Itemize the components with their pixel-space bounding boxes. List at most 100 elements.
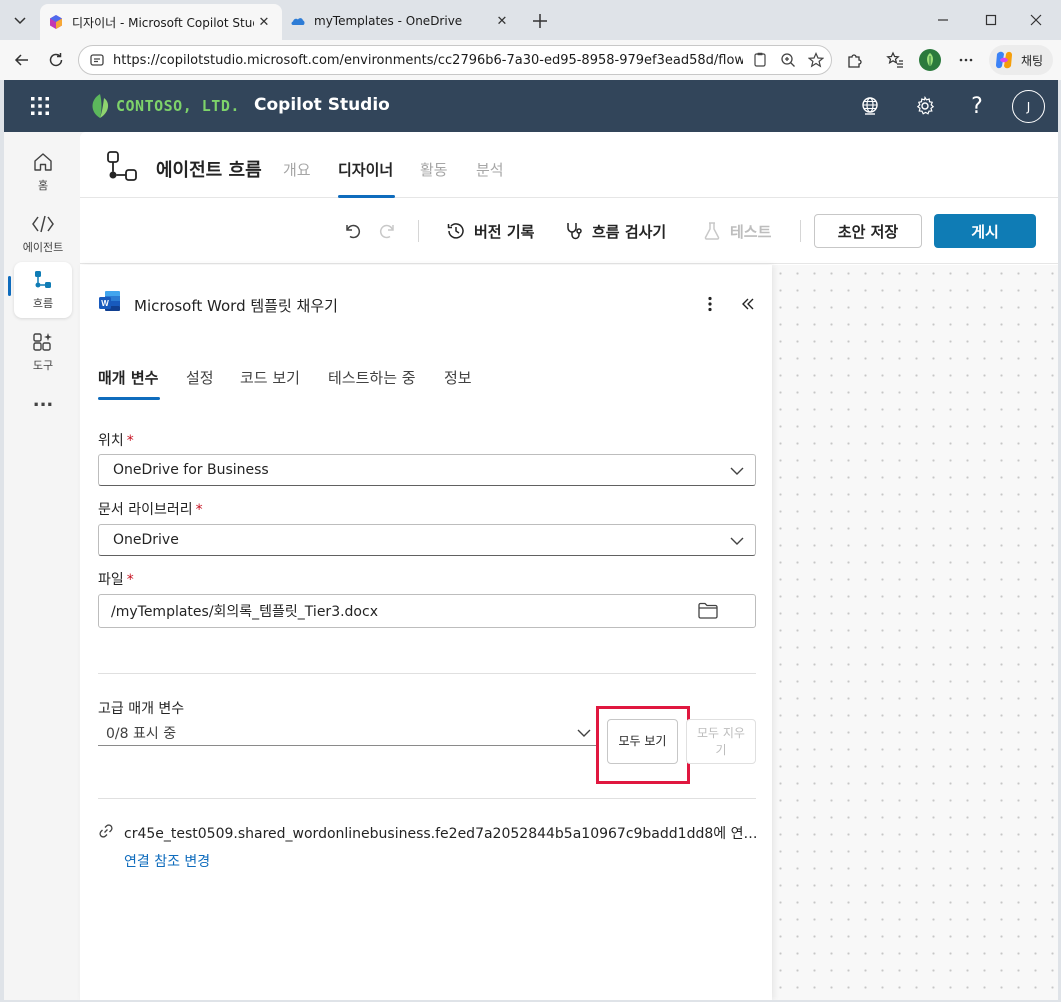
plus-icon — [533, 14, 547, 28]
redo-button[interactable] — [377, 218, 397, 244]
library-label-text: 문서 라이브러리 — [98, 502, 193, 518]
file-input[interactable]: /myTemplates/회의록_템플릿_Tier3.docx — [98, 594, 756, 628]
command-separator — [418, 220, 419, 242]
main-content: 에이전트 흐름 개요 디자이너 활동 분석 버전 기록 흐름 검사기 테스트 초… — [80, 132, 1058, 1000]
undo-icon — [346, 224, 361, 239]
library-value: OneDrive — [113, 532, 179, 548]
file-value: /myTemplates/회의록_템플릿_Tier3.docx — [111, 604, 378, 620]
save-draft-button[interactable]: 초안 저장 — [814, 214, 922, 248]
new-tab-button[interactable] — [527, 8, 553, 34]
address-bar[interactable]: https://copilotstudio.microsoft.com/envi… — [78, 45, 832, 75]
show-all-button[interactable]: 모두 보기 — [607, 719, 678, 764]
url-text[interactable]: https://copilotstudio.microsoft.com/envi… — [113, 53, 743, 68]
browser-tab-onedrive[interactable]: myTemplates - OneDrive ✕ — [282, 6, 520, 36]
favorites-list-icon — [886, 51, 903, 68]
tab-about[interactable]: 정보 — [444, 367, 472, 388]
collapse-panel-button[interactable] — [738, 293, 758, 315]
chevron-down-icon — [14, 17, 26, 25]
agent-flow-icon — [107, 151, 137, 181]
copilot-chat-button[interactable]: 채팅 — [989, 45, 1053, 75]
nav-label: 에이전트 — [22, 241, 64, 254]
tab-parameters[interactable]: 매개 변수 — [98, 367, 158, 388]
test-button[interactable]: 테스트 — [702, 218, 771, 244]
page-title: 에이전트 흐름 — [156, 160, 262, 181]
connection-status-text: cr45e_test0509.shared_wordonlinebusiness… — [124, 826, 760, 842]
refresh-button[interactable] — [42, 46, 70, 74]
more-browser-options-button[interactable] — [952, 46, 980, 74]
location-value: OneDrive for Business — [113, 462, 269, 478]
change-connection-reference-link[interactable]: 연결 참조 변경 — [124, 851, 210, 871]
tab-settings[interactable]: 설정 — [186, 367, 214, 388]
nav-item-tools[interactable]: 도구 — [14, 324, 72, 380]
favorite-star-icon[interactable] — [805, 48, 827, 72]
tab-overview[interactable]: 개요 — [283, 159, 311, 180]
nav-label: 흐름 — [32, 297, 54, 310]
test-label: 테스트 — [730, 222, 772, 241]
flow-checker-button[interactable]: 흐름 검사기 — [564, 218, 666, 244]
zoom-icon[interactable] — [777, 48, 799, 72]
settings-gear-icon[interactable] — [913, 94, 937, 118]
arrow-left-icon — [14, 54, 28, 66]
browser-tab-designer[interactable]: 디자이너 - Microsoft Copilot Studio ✕ — [40, 4, 282, 40]
publish-button[interactable]: 게시 — [934, 214, 1036, 248]
browser-tab-title: 디자이너 - Microsoft Copilot Studio — [72, 15, 254, 30]
copilot-studio-favicon-icon — [50, 15, 62, 29]
user-avatar[interactable]: J — [1012, 90, 1045, 123]
more-options-button[interactable] — [700, 293, 720, 315]
document-library-dropdown[interactable]: OneDrive — [98, 524, 756, 556]
chevron-double-left-icon — [742, 298, 754, 310]
profile-extension-button[interactable] — [916, 46, 944, 74]
more-horizontal-icon: ... — [32, 389, 54, 411]
stethoscope-icon — [567, 223, 582, 240]
minimize-button[interactable] — [923, 6, 963, 34]
close-window-button[interactable] — [1016, 6, 1056, 34]
site-info-icon[interactable] — [89, 52, 105, 68]
tab-designer[interactable]: 디자이너 — [338, 159, 393, 180]
app-title: Copilot Studio — [254, 95, 390, 115]
favorites-button[interactable] — [881, 46, 909, 74]
folder-icon[interactable] — [697, 601, 719, 621]
location-dropdown[interactable]: OneDrive for Business — [98, 454, 756, 486]
required-marker: * — [126, 572, 134, 588]
version-history-button[interactable]: 버전 기록 — [446, 218, 534, 244]
copilot-studio-app: CONTOSO, LTD. Copilot Studio ? J 홈 에이전트 … — [4, 80, 1058, 1000]
nav-item-flows[interactable]: 흐름 — [14, 262, 72, 318]
app-launcher-icon[interactable] — [28, 94, 52, 118]
chevron-down-icon — [730, 467, 744, 475]
clear-all-button[interactable]: 모두 지우기 — [686, 719, 756, 764]
undo-button[interactable] — [343, 218, 363, 244]
tab-activity[interactable]: 활동 — [420, 159, 448, 180]
nav-item-agents[interactable]: 에이전트 — [14, 206, 72, 262]
environment-globe-icon[interactable] — [858, 94, 882, 118]
nav-more-button[interactable]: ... — [14, 382, 72, 418]
chevron-down-icon — [730, 537, 744, 545]
maximize-button[interactable] — [971, 6, 1011, 34]
active-nav-indicator — [8, 276, 11, 296]
copilot-icon — [996, 51, 1012, 69]
close-tab-icon[interactable]: ✕ — [492, 11, 512, 31]
close-tab-icon[interactable]: ✕ — [254, 12, 274, 32]
designer-canvas[interactable] — [772, 265, 1058, 1000]
org-name: CONTOSO, LTD. — [116, 97, 240, 115]
required-marker: * — [126, 433, 134, 449]
reading-view-icon[interactable] — [749, 48, 771, 72]
onedrive-favicon-icon — [291, 18, 305, 25]
help-icon[interactable]: ? — [965, 94, 989, 119]
nav-item-home[interactable]: 홈 — [14, 144, 72, 200]
close-icon — [1030, 14, 1042, 26]
tab-actions-button[interactable] — [6, 6, 34, 34]
advanced-parameters-dropdown[interactable]: 0/8 표시 중 — [98, 720, 598, 746]
connection-link-icon — [99, 824, 113, 838]
refresh-icon — [49, 53, 63, 67]
version-history-label: 버전 기록 — [474, 222, 535, 241]
tab-analytics[interactable]: 분석 — [476, 159, 504, 180]
redo-icon — [379, 224, 394, 239]
back-button[interactable] — [8, 46, 36, 74]
flow-checker-label: 흐름 검사기 — [592, 222, 667, 241]
tab-code-view[interactable]: 코드 보기 — [240, 367, 300, 388]
extensions-button[interactable] — [840, 46, 868, 74]
library-label: 문서 라이브러리 * — [98, 499, 203, 519]
svg-text:W: W — [101, 299, 109, 308]
tab-testing[interactable]: 테스트하는 중 — [328, 367, 416, 388]
avatar-initial: J — [1026, 99, 1031, 114]
